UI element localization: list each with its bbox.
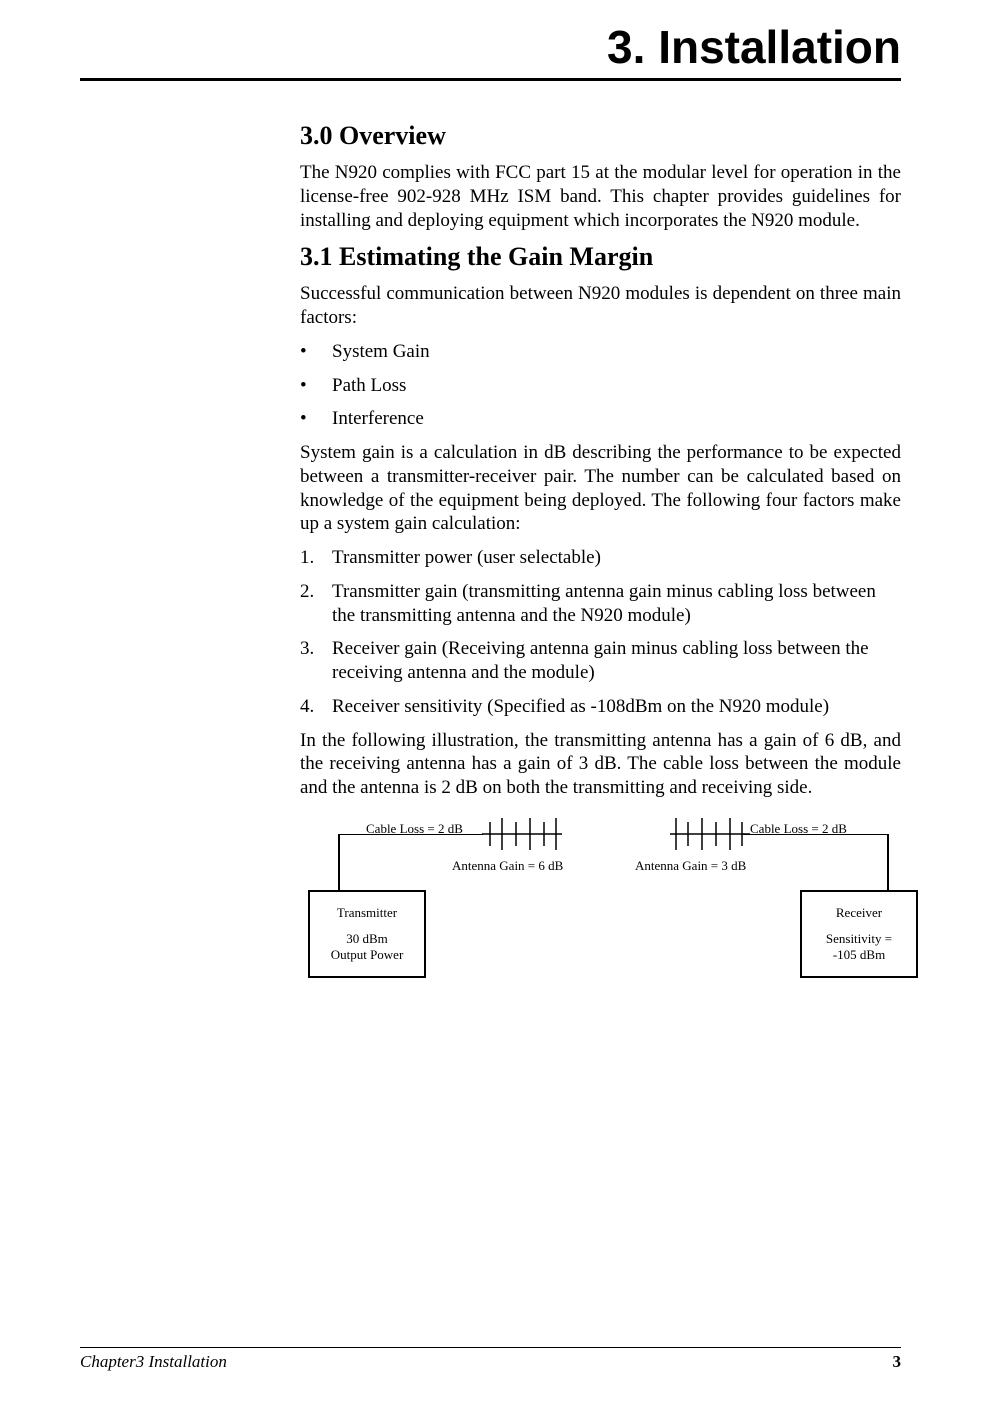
number-marker: 3. <box>300 637 332 685</box>
receiver-box: Receiver Sensitivity = -105 dBm <box>800 890 918 978</box>
list-item-text: Path Loss <box>332 374 406 398</box>
number-marker: 1. <box>300 546 332 570</box>
numbered-list: 1.Transmitter power (user selectable) 2.… <box>300 546 901 719</box>
list-item: •Path Loss <box>300 374 901 398</box>
bullet-icon: • <box>300 407 332 431</box>
list-item: 3.Receiver gain (Receiving antenna gain … <box>300 637 901 685</box>
content-column: 3.0 Overview The N920 complies with FCC … <box>300 121 901 1010</box>
transmitter-box: Transmitter 30 dBm Output Power <box>308 890 426 978</box>
wire <box>338 834 340 890</box>
antenna-icon <box>482 818 562 850</box>
list-item-text: Transmitter power (user selectable) <box>332 546 901 570</box>
antenna-gain-label-right: Antenna Gain = 3 dB <box>635 858 746 874</box>
section-heading-overview: 3.0 Overview <box>300 121 901 151</box>
cable-loss-label-left: Cable Loss = 2 dB <box>366 821 463 837</box>
footer-chapter: Chapter3 Installation <box>80 1352 227 1372</box>
transmitter-title: Transmitter <box>310 905 424 921</box>
bullet-icon: • <box>300 374 332 398</box>
transmitter-power-label: Output Power <box>310 947 424 963</box>
page-footer: Chapter3 Installation 3 <box>80 1347 901 1372</box>
antenna-gain-label-left: Antenna Gain = 6 dB <box>452 858 563 874</box>
paragraph: The N920 complies with FCC part 15 at th… <box>300 161 901 232</box>
list-item-text: Receiver gain (Receiving antenna gain mi… <box>332 637 901 685</box>
footer-page-number: 3 <box>893 1352 902 1372</box>
list-item-text: Receiver sensitivity (Specified as -108d… <box>332 695 901 719</box>
list-item: 1.Transmitter power (user selectable) <box>300 546 901 570</box>
bullet-list: •System Gain •Path Loss •Interference <box>300 340 901 431</box>
list-item: 4.Receiver sensitivity (Specified as -10… <box>300 695 901 719</box>
wire <box>887 834 889 890</box>
list-item-text: System Gain <box>332 340 430 364</box>
paragraph: Successful communication between N920 mo… <box>300 282 901 330</box>
gain-diagram: Cable Loss = 2 dB Cable Loss = 2 dB Ante… <box>300 810 901 1010</box>
list-item-text: Transmitter gain (transmitting antenna g… <box>332 580 901 628</box>
paragraph: In the following illustration, the trans… <box>300 729 901 800</box>
list-item: 2.Transmitter gain (transmitting antenna… <box>300 580 901 628</box>
cable-loss-label-right: Cable Loss = 2 dB <box>750 821 847 837</box>
receiver-sensitivity-label: Sensitivity = <box>802 931 916 947</box>
paragraph: System gain is a calculation in dB descr… <box>300 441 901 536</box>
section-heading-gain-margin: 3.1 Estimating the Gain Margin <box>300 242 901 272</box>
number-marker: 4. <box>300 695 332 719</box>
receiver-title: Receiver <box>802 905 916 921</box>
antenna-icon <box>670 818 750 850</box>
chapter-title: 3. Installation <box>80 0 901 81</box>
number-marker: 2. <box>300 580 332 628</box>
transmitter-power: 30 dBm <box>310 931 424 947</box>
list-item-text: Interference <box>332 407 424 431</box>
receiver-sensitivity-value: -105 dBm <box>802 947 916 963</box>
bullet-icon: • <box>300 340 332 364</box>
list-item: •Interference <box>300 407 901 431</box>
list-item: •System Gain <box>300 340 901 364</box>
